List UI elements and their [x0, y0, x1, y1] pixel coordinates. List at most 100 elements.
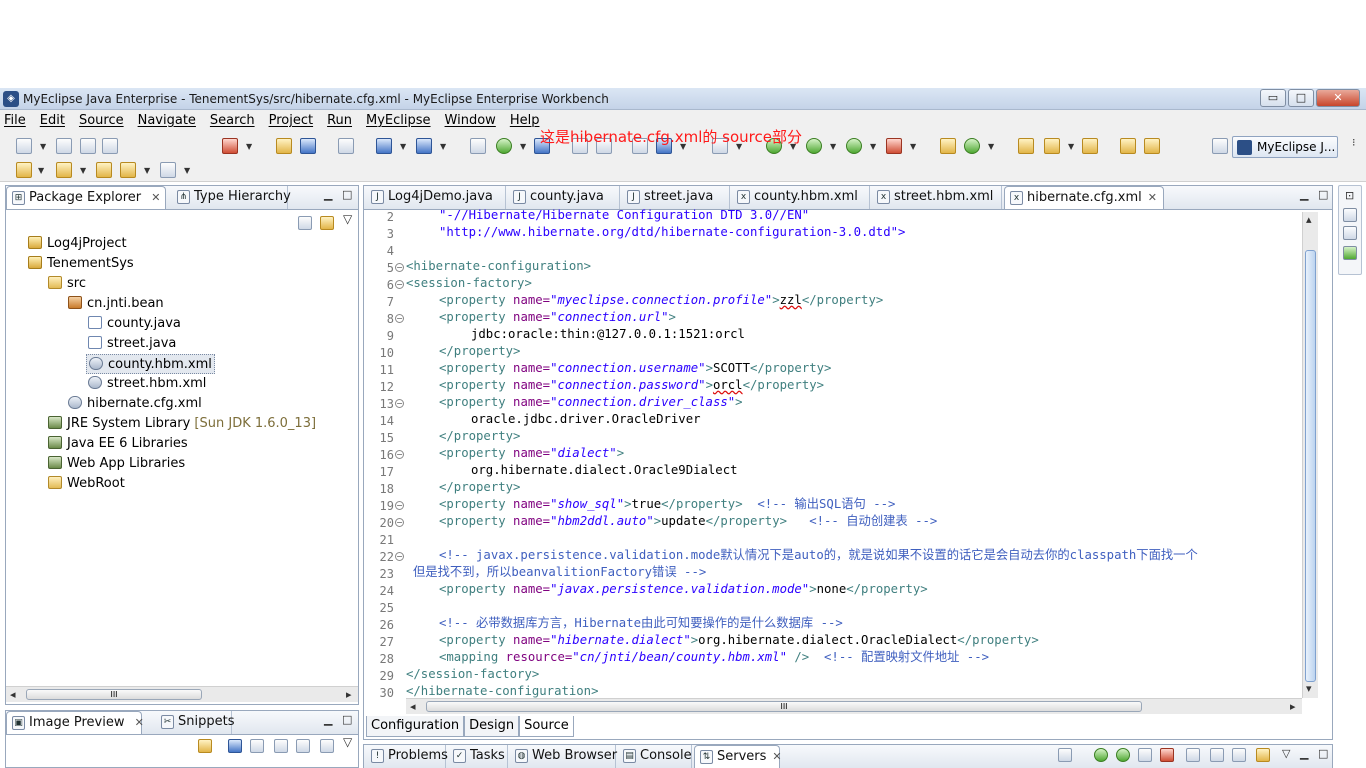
editor-scroll-right-icon[interactable]: ▸ — [1290, 700, 1296, 713]
server-settings-icon[interactable] — [1058, 748, 1072, 762]
new-icon[interactable] — [16, 138, 32, 154]
tab-web-browser[interactable]: ◍ Web Browser — [510, 745, 617, 768]
tree-item-street-java[interactable]: street.java — [88, 334, 176, 354]
tab-image-preview[interactable]: ▣ Image Preview ✕ — [6, 711, 144, 734]
fold-toggle-icon[interactable]: − — [395, 518, 404, 527]
maximize-view-icon[interactable]: □ — [342, 188, 352, 201]
new-ejb-icon[interactable] — [416, 138, 432, 154]
restart-server-icon[interactable] — [1138, 748, 1152, 762]
forward-dropdown-icon[interactable]: ▼ — [184, 166, 190, 175]
tab-servers[interactable]: ⇅ Servers ✕ — [694, 745, 782, 768]
zoom-out-icon[interactable] — [250, 739, 264, 753]
editor-vscroll-thumb[interactable] — [1305, 250, 1316, 682]
editor-tab-hibernate-cfg-xml[interactable]: x hibernate.cfg.xml ✕ — [1004, 186, 1164, 209]
scroll-right-icon[interactable]: ▸ — [346, 688, 352, 701]
forward-icon[interactable] — [160, 162, 176, 178]
task-icon[interactable] — [1120, 138, 1136, 154]
open-folder-icon[interactable] — [1018, 138, 1034, 154]
run-external-icon[interactable] — [846, 138, 862, 154]
prev-annotation-icon[interactable] — [56, 162, 72, 178]
close-window-button[interactable]: ✕ — [1316, 89, 1360, 107]
pencil-dropdown-icon[interactable]: ▼ — [1068, 142, 1074, 151]
deploy-icon[interactable] — [222, 138, 238, 154]
tree-item-street-hbm-xml[interactable]: street.hbm.xml — [88, 374, 206, 394]
editor-vertical-scrollbar[interactable]: ▴ ▾ — [1302, 212, 1318, 698]
properties-icon[interactable] — [1343, 226, 1357, 240]
editor-tab-county-java[interactable]: Jcounty.java — [508, 186, 620, 209]
zoom-in-icon[interactable] — [274, 739, 288, 753]
fit-image-icon[interactable] — [228, 739, 242, 753]
prev-annotation-dropdown-icon[interactable]: ▼ — [80, 166, 86, 175]
class-dropdown-icon[interactable]: ▼ — [988, 142, 994, 151]
package-icon[interactable] — [276, 138, 292, 154]
pencil-icon[interactable] — [1044, 138, 1060, 154]
new-web-project-icon[interactable] — [376, 138, 392, 154]
new-interface-icon[interactable] — [964, 138, 980, 154]
sync-icon[interactable] — [198, 739, 212, 753]
console-view-menu-icon[interactable]: ▽ — [1282, 747, 1290, 760]
tree-item-webroot[interactable]: WebRoot — [48, 474, 125, 494]
tree-item-tenementsys[interactable]: TenementSys — [28, 254, 134, 274]
collapse-all-icon[interactable] — [298, 216, 312, 230]
add-capabilities-icon[interactable] — [470, 138, 486, 154]
preview-view-menu-icon[interactable]: ▽ — [343, 735, 352, 749]
tab-type-hierarchy[interactable]: ⋔ Type Hierarchy — [172, 186, 291, 209]
redeploy-icon[interactable] — [1210, 748, 1224, 762]
tab-design[interactable]: Design — [464, 716, 520, 737]
open-deploy-folder-icon[interactable] — [1256, 748, 1270, 762]
fold-toggle-icon[interactable]: − — [395, 399, 404, 408]
menu-navigate[interactable]: Navigate — [138, 113, 196, 128]
minimize-button[interactable]: ▭ — [1260, 89, 1286, 107]
tree-item-package[interactable]: cn.jnti.bean — [68, 294, 164, 314]
stop-dropdown-icon[interactable]: ▼ — [910, 142, 916, 151]
menu-search[interactable]: Search — [210, 113, 255, 128]
scroll-left-icon[interactable]: ◂ — [10, 688, 16, 701]
fold-toggle-icon[interactable]: − — [395, 450, 404, 459]
back-icon[interactable] — [120, 162, 136, 178]
editor-tab-county-hbm-xml[interactable]: x county.hbm.xml — [732, 186, 870, 209]
server-icon[interactable] — [300, 138, 316, 154]
browse-icon[interactable] — [1232, 748, 1246, 762]
open-perspective-icon[interactable] — [1212, 138, 1228, 154]
fold-toggle-icon[interactable]: − — [395, 280, 404, 289]
next-annotation-dropdown-icon[interactable]: ▼ — [38, 166, 44, 175]
start-server-icon[interactable] — [1116, 748, 1130, 762]
maximize-preview-icon[interactable]: □ — [342, 713, 352, 726]
print-icon[interactable] — [102, 138, 118, 154]
generate-dropdown-icon[interactable]: ▼ — [520, 142, 526, 151]
tree-item-log4jproject[interactable]: Log4jProject — [28, 234, 127, 254]
menu-window[interactable]: Window — [445, 113, 496, 128]
save-all-icon[interactable] — [80, 138, 96, 154]
tree-item-county-java[interactable]: county.java — [88, 314, 181, 334]
tree-item-webapp-libraries[interactable]: Web App Libraries — [48, 454, 185, 474]
menu-source[interactable]: Source — [79, 113, 124, 128]
menu-run[interactable]: Run — [327, 113, 352, 128]
editor-hscroll-thumb[interactable]: III — [426, 701, 1142, 712]
menu-file[interactable]: File — [4, 113, 26, 128]
minimize-preview-icon[interactable]: ▁ — [324, 713, 332, 726]
close-package-explorer-icon[interactable]: ✕ — [151, 191, 160, 204]
editor-scroll-left-icon[interactable]: ◂ — [410, 700, 416, 713]
scroll-down-icon[interactable]: ▾ — [1306, 682, 1312, 695]
fit-window-icon[interactable] — [320, 739, 334, 753]
minimize-editor-icon[interactable]: ▁ — [1300, 188, 1308, 201]
debug-server-icon[interactable] — [1094, 748, 1108, 762]
outline-icon[interactable] — [1343, 208, 1357, 222]
minimize-view-icon[interactable]: ▁ — [324, 188, 332, 201]
menu-myeclipse[interactable]: MyEclipse — [366, 113, 431, 128]
run-dropdown-icon[interactable]: ▼ — [830, 142, 836, 151]
tree-item-javaee-libraries[interactable]: Java EE 6 Libraries — [48, 434, 188, 454]
tree-item-hibernate-cfg-xml[interactable]: hibernate.cfg.xml — [68, 394, 202, 414]
tab-package-explorer[interactable]: ⊞ Package Explorer ✕ — [6, 186, 166, 209]
browse-folder-icon[interactable] — [1082, 138, 1098, 154]
tree-item-src[interactable]: src — [48, 274, 86, 294]
maximize-console-icon[interactable]: □ — [1318, 747, 1328, 760]
fold-toggle-icon[interactable]: − — [395, 314, 404, 323]
tab-problems[interactable]: ! Problems — [366, 745, 448, 768]
editor-tab-street-java[interactable]: Jstreet.java — [622, 186, 730, 209]
fold-toggle-icon[interactable]: − — [395, 501, 404, 510]
back-dropdown-icon[interactable]: ▼ — [144, 166, 150, 175]
disconnect-icon[interactable] — [1186, 748, 1200, 762]
close-servers-icon[interactable]: ✕ — [772, 750, 781, 763]
edit-icon[interactable] — [1144, 138, 1160, 154]
